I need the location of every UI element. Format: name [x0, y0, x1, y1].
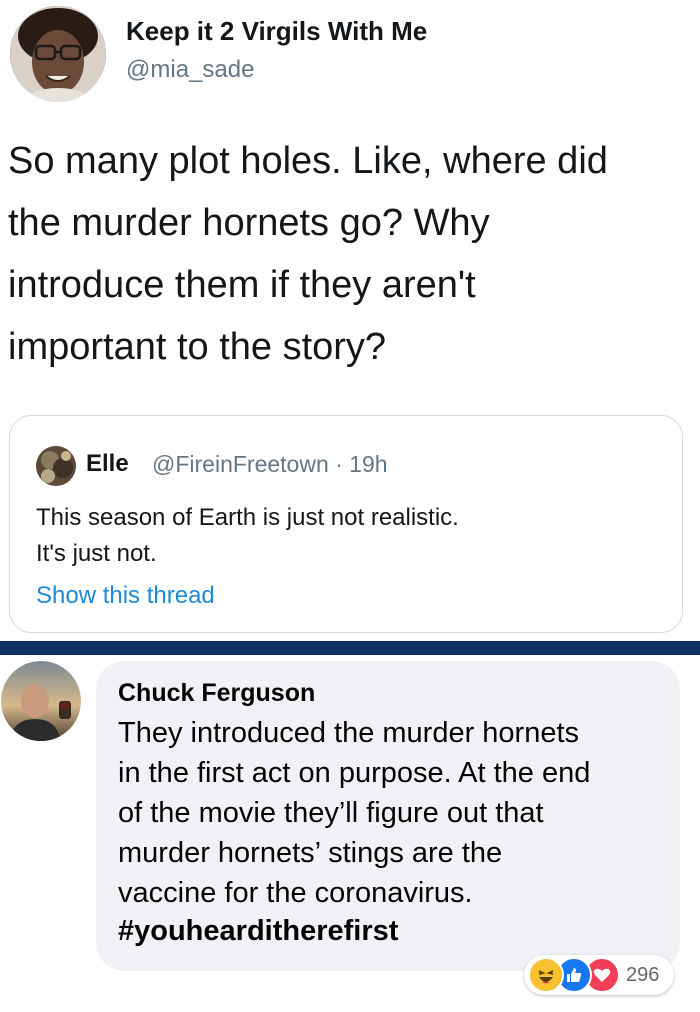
facebook-comment: Chuck Ferguson They introduced the murde…: [0, 655, 700, 1012]
comment-bubble: Chuck Ferguson They introduced the murde…: [96, 661, 680, 971]
reaction-count[interactable]: 296: [626, 964, 659, 987]
quote-author-meta: @FireinFreetown · 19h: [152, 451, 388, 477]
show-thread-link[interactable]: Show this thread: [36, 582, 215, 610]
quoted-tweet-card[interactable]: Elle @FireinFreetown · 19h This season o…: [9, 415, 683, 633]
commenter-name[interactable]: Chuck Ferguson: [118, 679, 315, 708]
haha-icon: [528, 957, 564, 993]
display-name[interactable]: Keep it 2 Virgils With Me: [126, 16, 427, 47]
divider: [0, 641, 700, 655]
comment-text: They introduced the murder hornets in th…: [118, 717, 591, 909]
comment-hashtag[interactable]: #youhearditherefirst: [118, 915, 398, 948]
quote-text: This season of Earth is just not realist…: [36, 504, 459, 567]
tweet-text: So many plot holes. Like, where did the …: [8, 140, 608, 368]
avatar[interactable]: [10, 6, 106, 102]
tweet: Keep it 2 Virgils With Me @mia_sade So m…: [0, 0, 700, 640]
quote-author-name[interactable]: Elle: [86, 450, 129, 478]
commenter-avatar[interactable]: [1, 661, 81, 741]
user-handle[interactable]: @mia_sade: [126, 56, 254, 84]
quote-avatar[interactable]: [36, 446, 76, 486]
reactions-summary[interactable]: 296: [524, 955, 674, 995]
